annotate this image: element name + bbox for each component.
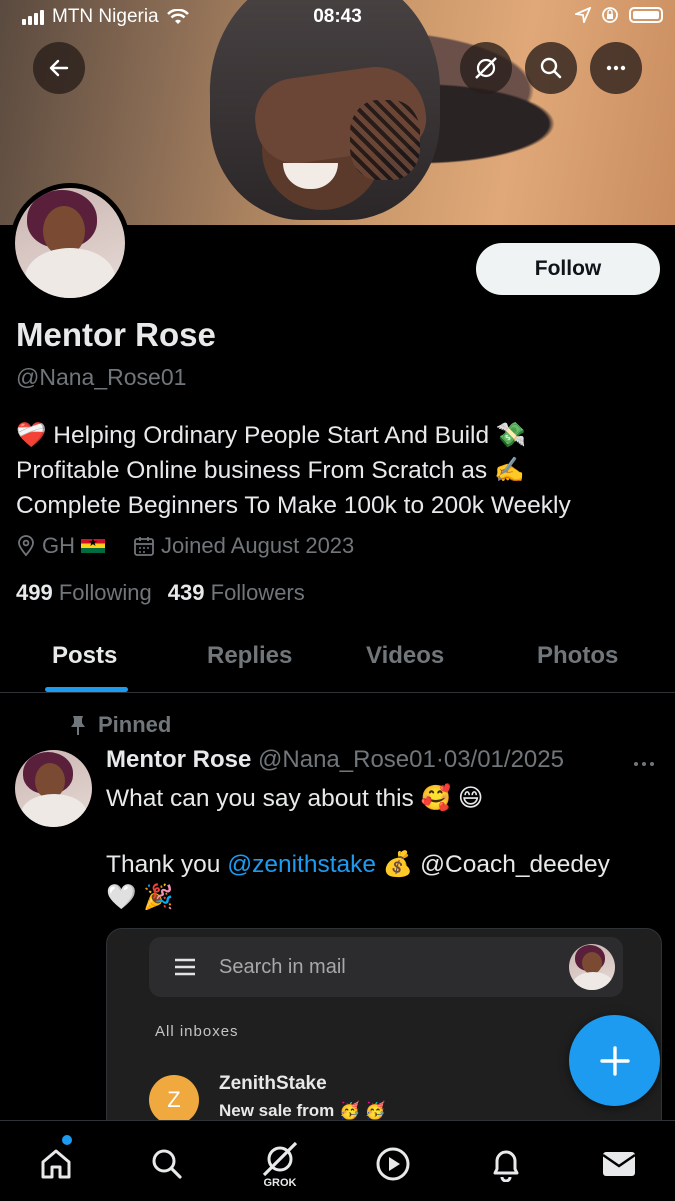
profile-avatar[interactable]	[10, 183, 130, 303]
followers-count: 439	[167, 580, 205, 605]
search-icon	[152, 1149, 182, 1179]
hamburger-menu-icon	[175, 958, 195, 976]
profile-handle: @Nana_Rose01	[16, 364, 187, 390]
profile-meta: GH Joined August 2023	[16, 533, 354, 559]
nav-video[interactable]	[368, 1139, 418, 1189]
grok-label: GROK	[263, 1177, 297, 1189]
post-text-line: Thank you @zenithstake 💰 @Coach_deedey	[106, 848, 661, 881]
post-text-line: 🤍 🎉	[106, 884, 174, 911]
following-label: Following	[58, 580, 152, 605]
messages-icon	[602, 1152, 636, 1176]
joined-label: Joined August 2023	[161, 533, 355, 558]
more-icon	[634, 762, 654, 766]
mail-section-label: All inboxes	[155, 1023, 239, 1040]
home-notification-dot	[62, 1135, 72, 1145]
bio-line: Complete Beginners To Make 100k to 200k …	[16, 492, 571, 519]
post-more-button[interactable]	[632, 748, 656, 774]
post-separator: ·	[435, 746, 444, 773]
rotation-lock-icon	[602, 7, 618, 23]
search-icon	[540, 57, 562, 79]
tab-photos[interactable]: Photos	[537, 642, 618, 670]
grok-icon	[262, 1141, 298, 1177]
nav-notifications[interactable]	[481, 1139, 531, 1189]
post-header: Mentor Rose @Nana_Rose01·03/01/2025	[106, 746, 564, 774]
tab-posts[interactable]: Posts	[52, 642, 117, 670]
mail-subject: New sale from 🥳 🥳	[219, 1101, 387, 1120]
bio-line: Profitable Online business From Scratch …	[16, 457, 525, 484]
follow-button[interactable]: Follow	[476, 243, 660, 295]
back-arrow-icon	[49, 59, 69, 77]
following-link[interactable]: 499 Following	[16, 580, 152, 606]
post-text-line: What can you say about this 🥰 😄	[106, 785, 484, 812]
sender-avatar: Z	[149, 1075, 199, 1125]
thank-text: Thank you	[106, 851, 228, 878]
bottom-nav: GROK	[0, 1120, 675, 1201]
profile-tabs: Posts Replies Videos Photos	[0, 630, 675, 693]
following-count: 499	[16, 580, 53, 605]
nav-messages[interactable]	[594, 1139, 644, 1189]
location-icon	[575, 7, 591, 23]
post-author[interactable]: Mentor Rose	[106, 746, 251, 773]
location-pin-icon	[18, 535, 34, 557]
plus-icon	[599, 1045, 630, 1076]
tab-replies[interactable]: Replies	[207, 642, 292, 670]
sender-name: ZenithStake	[219, 1073, 327, 1094]
mail-search-bar: Search in mail	[149, 937, 623, 997]
grok-icon	[475, 57, 497, 79]
followers-label: Followers	[210, 580, 305, 605]
money-emoji: 💰	[376, 851, 421, 878]
post-text: What can you say about this 🥰 😄 Thank yo…	[106, 782, 661, 914]
followers-link[interactable]: 439 Followers	[168, 580, 305, 606]
tab-videos[interactable]: Videos	[366, 642, 444, 670]
post-handle[interactable]: @Nana_Rose01	[258, 746, 436, 773]
more-icon	[606, 65, 626, 71]
battery-icon	[629, 7, 663, 23]
status-bar: MTN Nigeria 08:43	[0, 0, 675, 34]
bio-line: ❤️‍🩹 Helping Ordinary People Start And B…	[16, 422, 527, 449]
nav-home[interactable]	[31, 1139, 81, 1189]
mention-link[interactable]: @Coach_deedey	[420, 851, 610, 878]
ghana-flag-icon	[81, 536, 105, 553]
active-tab-indicator	[45, 687, 128, 692]
nav-grok[interactable]: GROK	[255, 1133, 305, 1195]
search-button[interactable]	[525, 42, 577, 94]
mention-link[interactable]: @zenithstake	[227, 851, 376, 878]
video-icon	[376, 1147, 410, 1181]
pinned-label: Pinned	[98, 712, 172, 737]
calendar-icon	[134, 537, 154, 556]
profile-name: Mentor Rose	[16, 316, 216, 353]
mail-search-placeholder: Search in mail	[219, 955, 346, 978]
home-icon	[41, 1149, 71, 1179]
profile-bio: ❤️‍🩹 Helping Ordinary People Start And B…	[16, 418, 656, 523]
more-button[interactable]	[590, 42, 642, 94]
post-avatar[interactable]	[15, 750, 92, 827]
pinned-indicator: Pinned	[70, 712, 171, 738]
notifications-icon	[493, 1150, 519, 1182]
follow-stats: 499 Following 439 Followers	[16, 580, 305, 606]
back-button[interactable]	[33, 42, 85, 94]
location-label: GH	[42, 533, 75, 558]
post-date[interactable]: 03/01/2025	[444, 746, 564, 773]
nav-search[interactable]	[142, 1139, 192, 1189]
compose-button[interactable]	[569, 1015, 660, 1106]
grok-button[interactable]	[460, 42, 512, 94]
pin-icon	[71, 716, 85, 735]
clock: 08:43	[313, 6, 362, 27]
mail-avatar	[569, 944, 615, 990]
